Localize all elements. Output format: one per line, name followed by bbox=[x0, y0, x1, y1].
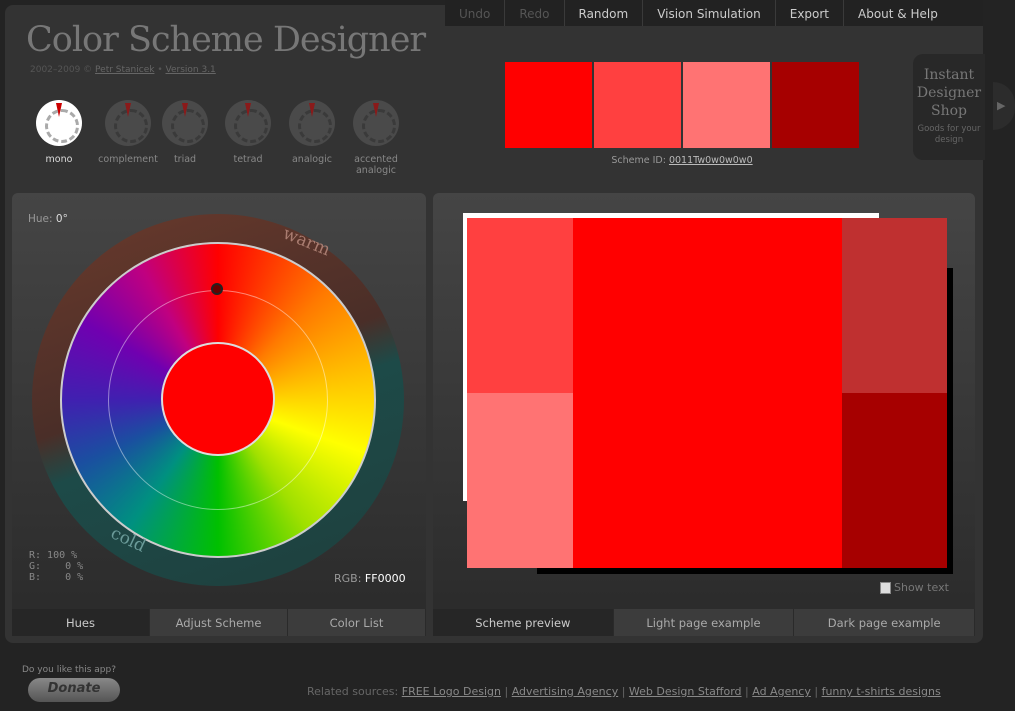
rgb-readout: RGB: FF0000 bbox=[334, 572, 406, 585]
top-nav: Undo Redo Random Vision Simulation Expor… bbox=[445, 0, 983, 26]
show-text-label: Show text bbox=[894, 581, 949, 594]
related-link[interactable]: FREE Logo Design bbox=[402, 685, 501, 698]
scheme-label: mono bbox=[45, 154, 73, 165]
export-button[interactable]: Export bbox=[776, 0, 845, 26]
tab-hues[interactable]: Hues bbox=[12, 609, 150, 636]
donate-button[interactable]: Donate bbox=[28, 678, 120, 702]
redo-button[interactable]: Redo bbox=[505, 0, 565, 26]
scheme-label: accented analogic bbox=[354, 154, 398, 176]
triad-icon bbox=[162, 100, 208, 146]
right-tabs: Scheme preview Light page example Dark p… bbox=[433, 609, 976, 636]
rgb-label: RGB: bbox=[334, 572, 362, 585]
related-link[interactable]: Advertising Agency bbox=[512, 685, 619, 698]
related-link[interactable]: funny t-shirts designs bbox=[822, 685, 941, 698]
credits: 2002–2009 © Petr Stanicek • Version 3.1 bbox=[30, 65, 216, 75]
tab-color-list[interactable]: Color List bbox=[288, 609, 426, 636]
hue-label: Hue: bbox=[28, 213, 53, 225]
scheme-label: tetrad bbox=[233, 154, 263, 165]
preview-tile-main bbox=[573, 218, 842, 568]
left-tabs: Hues Adjust Scheme Color List bbox=[12, 609, 426, 636]
tab-dark-page-example[interactable]: Dark page example bbox=[794, 609, 976, 636]
undo-button[interactable]: Undo bbox=[445, 0, 506, 26]
vision-simulation-button[interactable]: Vision Simulation bbox=[643, 0, 776, 26]
show-text-checkbox[interactable]: Show text bbox=[880, 581, 949, 594]
scheme-id-link[interactable]: 0011Tw0w0w0w0 bbox=[669, 155, 753, 166]
hue-handle[interactable] bbox=[211, 283, 223, 295]
shop-title: Instant Designer Shop bbox=[916, 67, 982, 119]
app-title: Color Scheme Designer bbox=[26, 20, 426, 60]
swatch-3[interactable] bbox=[683, 62, 770, 148]
random-button[interactable]: Random bbox=[565, 0, 644, 26]
selected-color-preview bbox=[161, 342, 275, 456]
about-help-button[interactable]: About & Help bbox=[844, 0, 952, 26]
tetrad-icon bbox=[225, 100, 271, 146]
shop-subtitle: Goods for your design bbox=[917, 124, 981, 145]
years: 2002–2009 © bbox=[30, 65, 93, 75]
related-sources: Related sources: FREE Logo Design | Adve… bbox=[307, 685, 941, 698]
donate-question: Do you like this app? bbox=[22, 665, 116, 675]
rgb-value: FF0000 bbox=[364, 572, 406, 585]
preview-tile-light bbox=[467, 218, 573, 393]
preview-tile-dark bbox=[842, 218, 947, 393]
author-link[interactable]: Petr Stanicek bbox=[95, 65, 154, 75]
related-link[interactable]: Ad Agency bbox=[752, 685, 811, 698]
hue-value: 0° bbox=[55, 213, 68, 225]
designer-shop-tab[interactable]: Instant Designer Shop Goods for your desi… bbox=[913, 54, 985, 160]
accented-analogic-icon bbox=[353, 100, 399, 146]
tab-light-page-example[interactable]: Light page example bbox=[613, 609, 795, 636]
swatch-primary[interactable] bbox=[505, 62, 592, 148]
hue-readout: Hue: 0° bbox=[28, 213, 68, 225]
tab-adjust-scheme[interactable]: Adjust Scheme bbox=[150, 609, 288, 636]
scheme-analogic[interactable]: analogic bbox=[277, 100, 347, 165]
swatch-2[interactable] bbox=[594, 62, 681, 148]
chevron-right-icon[interactable]: ▶ bbox=[993, 82, 1015, 130]
scheme-id-label: Scheme ID: bbox=[611, 155, 666, 166]
preview-tile-darker bbox=[842, 393, 947, 568]
complement-icon bbox=[105, 100, 151, 146]
scheme-id: Scheme ID: 0011Tw0w0w0w0 bbox=[505, 155, 859, 166]
rgb-percent: R: 100 % G: 0 % B: 0 % bbox=[29, 550, 84, 583]
swatch-4[interactable] bbox=[772, 62, 859, 148]
scheme-label: analogic bbox=[291, 154, 332, 165]
version-link[interactable]: Version 3.1 bbox=[166, 65, 216, 75]
scheme-triad[interactable]: triad bbox=[150, 100, 220, 165]
scheme-mono[interactable]: mono bbox=[24, 100, 94, 165]
related-link[interactable]: Web Design Stafford bbox=[629, 685, 742, 698]
analogic-icon bbox=[289, 100, 335, 146]
related-label: Related sources: bbox=[307, 685, 399, 698]
separator: • bbox=[157, 65, 163, 75]
preview-tile-lighter bbox=[467, 393, 573, 568]
tab-scheme-preview[interactable]: Scheme preview bbox=[433, 609, 614, 636]
scheme-tetrad[interactable]: tetrad bbox=[213, 100, 283, 165]
mono-icon bbox=[36, 100, 82, 146]
scheme-label: complement bbox=[98, 154, 158, 165]
scheme-label: triad bbox=[173, 154, 197, 165]
scheme-accented-analogic[interactable]: accented analogic bbox=[341, 100, 411, 176]
checkbox-icon[interactable] bbox=[880, 581, 891, 594]
